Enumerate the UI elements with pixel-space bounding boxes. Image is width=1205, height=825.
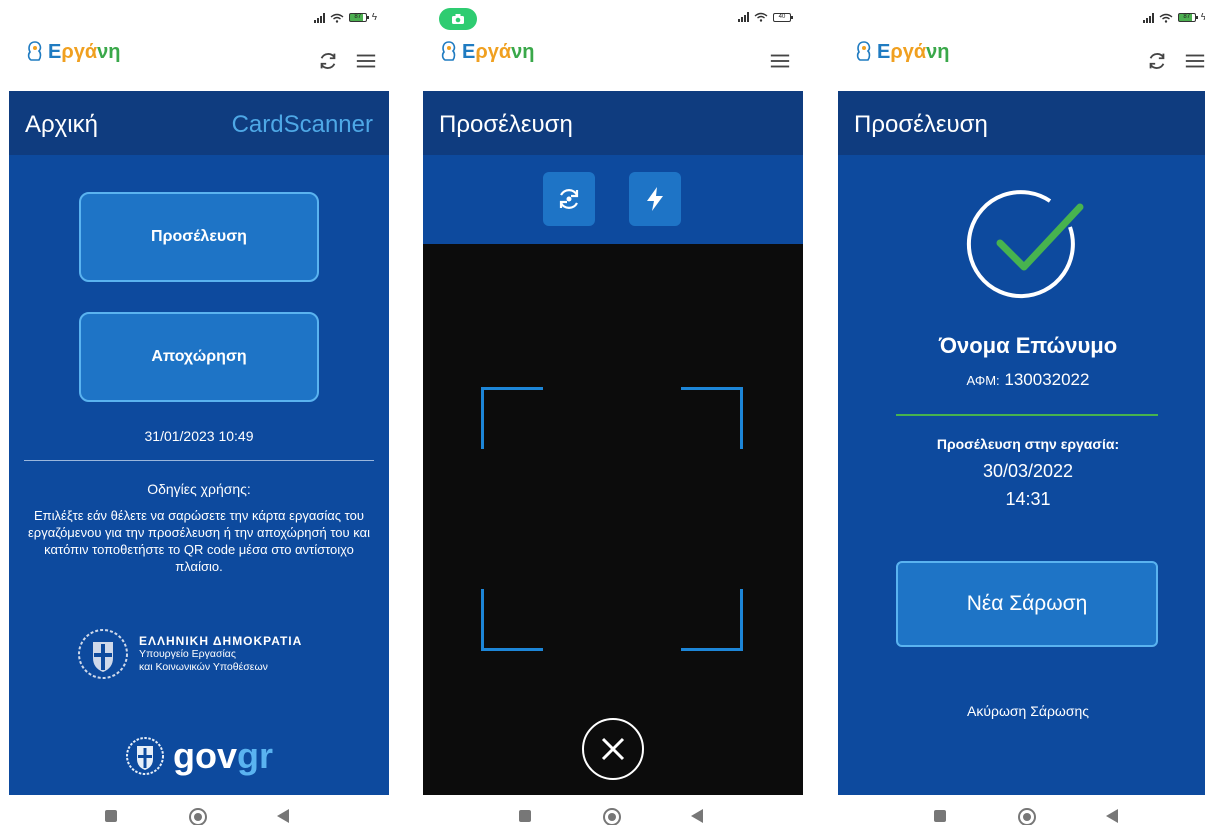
status-bar: 87 ϟ (313, 12, 377, 23)
signal-icon (1142, 12, 1154, 23)
ergani-logo-icon (856, 41, 871, 61)
battery-icon: 87 (1177, 13, 1198, 22)
scan-frame-corner (481, 387, 543, 449)
nav-bar (9, 795, 389, 825)
battery-icon: 87 (348, 13, 369, 22)
page-title: Αρχική (25, 111, 98, 138)
govgr-logo: govgr (125, 735, 273, 777)
employee-name: Όνομα Επώνυμο (938, 333, 1118, 358)
attendance-label: Προσέλευση στην εργασία: (936, 436, 1120, 452)
home-icon[interactable] (1018, 808, 1036, 825)
afm-value: 130032022 (1004, 370, 1090, 389)
home-content: Προσέλευση Αποχώρηση 31/01/2023 10:49 Οδ… (9, 155, 389, 795)
ministry-logo: ΕΛΛΗΝΙΚΗ ΔΗΜΟΚΡΑΤΙΑ Υπουργείο Εργασίας κ… (77, 628, 302, 680)
wifi-icon (754, 12, 768, 22)
back-icon[interactable] (1106, 809, 1118, 823)
recents-icon[interactable] (934, 810, 946, 822)
wifi-icon (1159, 13, 1173, 23)
switch-camera-button[interactable] (543, 172, 595, 226)
title-bar: Προσέλευση (838, 91, 1205, 155)
attendance-date: 30/03/2022 (982, 461, 1074, 481)
result-content: Όνομα Επώνυμο ΑΦΜ: 130032022 Προσέλευση … (838, 155, 1205, 795)
close-icon (601, 737, 625, 761)
charging-icon: ϟ (371, 12, 377, 23)
divider (896, 414, 1158, 416)
arrival-button[interactable]: Προσέλευση (79, 192, 319, 282)
wifi-icon (330, 13, 344, 23)
title-bar: Προσέλευση (423, 91, 803, 155)
home-icon[interactable] (189, 808, 207, 825)
flash-button[interactable] (629, 172, 681, 226)
page-title: Προσέλευση (439, 111, 573, 138)
camera-viewfinder (423, 244, 803, 795)
signal-icon (313, 12, 325, 23)
flash-icon (647, 187, 663, 211)
recents-icon[interactable] (519, 810, 531, 822)
app-logo: Εργάνη (854, 40, 949, 64)
status-bar: 87 ϟ (1142, 12, 1205, 23)
gov-line3: και Κοινωνικών Υποθέσεων (139, 661, 268, 673)
camera-icon (452, 14, 464, 24)
app-logo: Εργάνη (439, 40, 534, 64)
coat-of-arms-icon (78, 629, 128, 679)
departure-button[interactable]: Αποχώρηση (79, 312, 319, 402)
checkmark-icon (966, 190, 1084, 299)
attendance-time: 14:31 (1005, 489, 1051, 509)
back-icon[interactable] (277, 809, 289, 823)
gov-line2: Υπουργείο Εργασίας (139, 648, 236, 660)
camera-switch-icon (559, 189, 579, 209)
charging-icon: ϟ (1200, 12, 1205, 23)
ergani-logo-icon (27, 41, 42, 61)
screen-scanner: 40 Εργάνη Προσέλευση (423, 0, 803, 825)
nav-bar (838, 795, 1205, 825)
page-title: Προσέλευση (854, 111, 988, 138)
ergani-logo-icon (441, 41, 456, 61)
cardscanner-link[interactable]: CardScanner (232, 111, 373, 139)
signal-icon (738, 12, 749, 22)
menu-icon[interactable] (355, 50, 377, 72)
help-heading: Οδηγίες χρήσης: (147, 481, 251, 497)
recents-icon[interactable] (105, 810, 117, 822)
screen-result: 87 ϟ Εργάνη Προσέλευση Όνομα Επώνυμο ΑΦΜ… (838, 0, 1205, 825)
battery-icon: 40 (773, 12, 793, 22)
new-scan-button[interactable]: Νέα Σάρωση (896, 561, 1158, 647)
refresh-icon[interactable] (1146, 50, 1168, 72)
scanner-toolbar (423, 155, 803, 244)
coat-of-arms-icon (126, 737, 164, 775)
afm-line: ΑΦΜ: 130032022 (966, 370, 1090, 389)
back-icon[interactable] (691, 809, 703, 823)
scan-frame-corner (481, 589, 543, 651)
scan-frame-corner (681, 387, 743, 449)
menu-icon[interactable] (1184, 50, 1205, 72)
refresh-icon[interactable] (317, 50, 339, 72)
nav-bar (423, 795, 803, 825)
app-logo: Εργάνη (25, 40, 120, 64)
menu-icon[interactable] (769, 50, 791, 72)
gov-line1: ΕΛΛΗΝΙΚΗ ΔΗΜΟΚΡΑΤΙΑ (139, 634, 303, 648)
status-bar: 40 (738, 12, 793, 22)
divider (24, 460, 374, 461)
close-scanner-button[interactable] (582, 718, 644, 780)
cancel-scan-link[interactable]: Ακύρωση Σάρωσης (838, 703, 1205, 719)
camera-in-use-indicator (439, 8, 477, 30)
datetime-label: 31/01/2023 10:49 (144, 428, 254, 444)
help-text: Επιλέξτε εάν θέλετε να σαρώσετε την κάρτ… (28, 508, 370, 574)
home-icon[interactable] (603, 808, 621, 825)
scan-frame-corner (681, 589, 743, 651)
title-bar: Αρχική CardScanner (9, 91, 389, 155)
screen-home: 87 ϟ Εργάνη Αρχική CardScanner Προσέλευσ… (9, 0, 389, 825)
